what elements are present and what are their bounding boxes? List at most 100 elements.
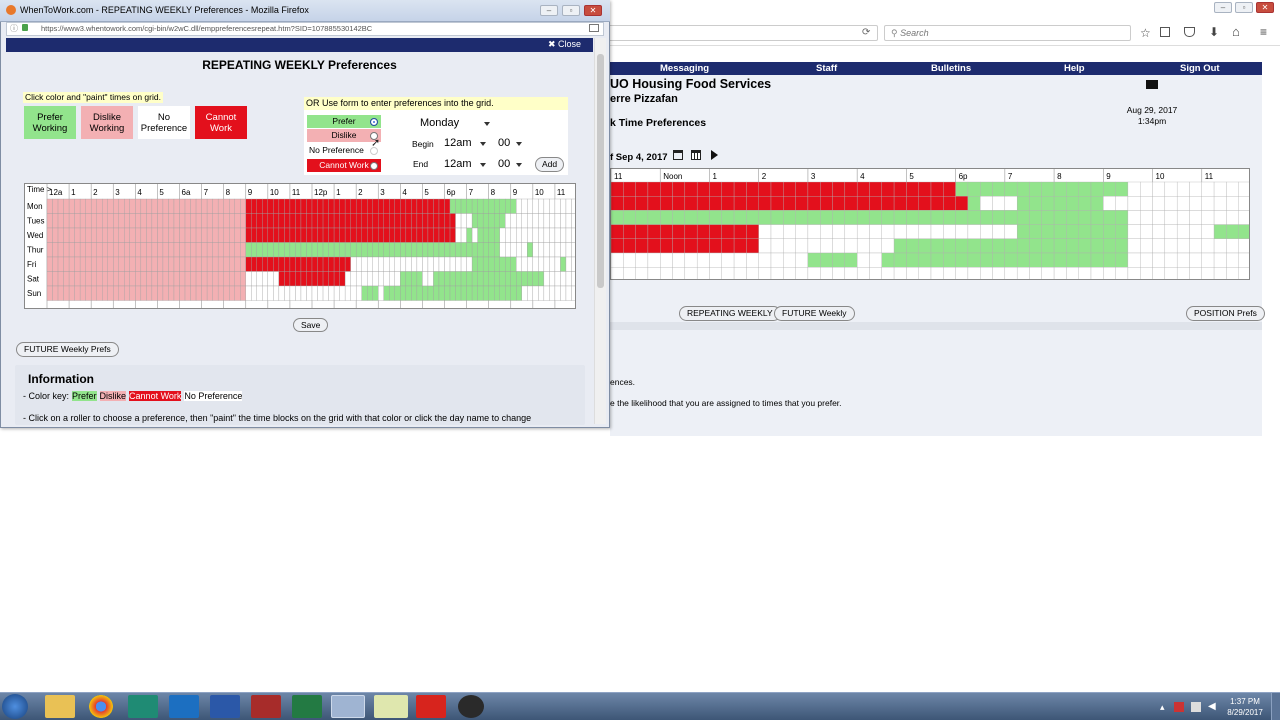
time-cell[interactable]	[565, 198, 572, 214]
publisher-icon[interactable]	[128, 695, 158, 718]
time-cell[interactable]	[505, 285, 511, 301]
time-cell[interactable]	[460, 213, 467, 229]
time-cell[interactable]	[162, 198, 169, 214]
time-cell[interactable]	[146, 256, 153, 272]
time-cell[interactable]	[74, 271, 81, 287]
time-cell[interactable]	[212, 198, 219, 214]
main-time-cell[interactable]	[807, 224, 821, 239]
main-time-cell[interactable]	[832, 252, 846, 268]
time-cell[interactable]	[328, 198, 335, 214]
main-time-cell[interactable]	[647, 224, 661, 239]
future-weekly-button[interactable]: FUTURE Weekly	[774, 306, 855, 321]
time-cell[interactable]	[278, 227, 285, 243]
time-cell[interactable]	[560, 285, 567, 301]
time-cell[interactable]	[90, 256, 97, 272]
main-time-cell[interactable]	[881, 181, 895, 197]
main-time-cell[interactable]	[721, 238, 735, 254]
main-time-cell[interactable]	[770, 224, 784, 239]
time-cell[interactable]	[256, 213, 263, 229]
main-time-cell[interactable]	[1004, 210, 1018, 225]
time-cell[interactable]	[63, 271, 70, 287]
time-cell[interactable]	[328, 271, 335, 287]
time-cell[interactable]	[190, 198, 197, 214]
main-time-cell[interactable]	[906, 224, 919, 239]
time-cell[interactable]	[538, 256, 545, 272]
time-cell[interactable]	[195, 285, 202, 301]
time-cell[interactable]	[494, 213, 500, 229]
time-cell[interactable]	[234, 285, 241, 301]
main-time-cell[interactable]	[1140, 238, 1153, 254]
time-cell[interactable]	[289, 256, 296, 272]
main-time-cell[interactable]	[967, 210, 981, 225]
time-cell[interactable]	[477, 256, 484, 272]
main-time-cell[interactable]	[660, 224, 673, 239]
main-time-cell[interactable]	[1140, 224, 1153, 239]
time-cell[interactable]	[278, 256, 285, 272]
time-cell[interactable]	[179, 242, 186, 258]
time-cell[interactable]	[195, 213, 202, 229]
popup-close-icon[interactable]: ✕	[584, 5, 602, 16]
main-time-cell[interactable]	[758, 181, 772, 197]
time-cell[interactable]	[482, 213, 489, 229]
main-time-cell[interactable]	[783, 252, 796, 268]
main-time-cell[interactable]	[906, 181, 919, 197]
time-cell[interactable]	[405, 198, 412, 214]
main-time-cell[interactable]	[1226, 238, 1239, 254]
main-time-cell[interactable]	[611, 210, 624, 225]
time-cell[interactable]	[206, 285, 213, 301]
address-bar[interactable]: ⟳	[610, 25, 878, 41]
popup-maximize-icon[interactable]: ▫	[562, 5, 580, 16]
time-cell[interactable]	[201, 198, 208, 214]
time-cell[interactable]	[151, 198, 158, 214]
time-cell[interactable]	[499, 213, 506, 229]
time-cell[interactable]	[394, 285, 401, 301]
time-cell[interactable]	[466, 285, 473, 301]
time-cell[interactable]	[444, 256, 451, 272]
main-time-cell[interactable]	[1103, 252, 1116, 268]
time-cell[interactable]	[223, 198, 230, 214]
time-cell[interactable]	[107, 242, 114, 258]
time-cell[interactable]	[151, 271, 158, 287]
time-cell[interactable]	[571, 198, 576, 214]
main-time-cell[interactable]	[1238, 238, 1250, 254]
time-cell[interactable]	[57, 256, 64, 272]
info-icon[interactable]: ⓘ	[10, 23, 18, 34]
time-cell[interactable]	[212, 256, 219, 272]
main-time-cell[interactable]	[1066, 252, 1079, 268]
main-time-cell[interactable]	[795, 267, 809, 280]
time-cell[interactable]	[510, 242, 517, 258]
day-label[interactable]: Tues	[27, 217, 45, 226]
time-cell[interactable]	[350, 256, 357, 272]
time-cell[interactable]	[505, 227, 511, 243]
time-cell[interactable]	[234, 213, 241, 229]
main-time-cell[interactable]	[1140, 181, 1153, 197]
time-cell[interactable]	[124, 256, 130, 272]
main-time-cell[interactable]	[807, 196, 821, 211]
time-cell[interactable]	[400, 256, 407, 272]
time-cell[interactable]	[394, 256, 401, 272]
time-cell[interactable]	[466, 271, 473, 287]
time-cell[interactable]	[168, 256, 175, 272]
time-cell[interactable]	[146, 213, 153, 229]
time-cell[interactable]	[173, 242, 180, 258]
time-cell[interactable]	[206, 198, 213, 214]
main-time-cell[interactable]	[869, 224, 882, 239]
time-cell[interactable]	[251, 227, 257, 243]
main-time-cell[interactable]	[672, 238, 686, 254]
time-cell[interactable]	[433, 227, 440, 243]
main-time-cell[interactable]	[1152, 224, 1166, 239]
time-cell[interactable]	[151, 213, 158, 229]
time-cell[interactable]	[267, 271, 274, 287]
time-cell[interactable]	[416, 213, 423, 229]
time-cell[interactable]	[267, 198, 274, 214]
time-cell[interactable]	[273, 198, 280, 214]
time-cell[interactable]	[460, 256, 467, 272]
time-cell[interactable]	[433, 271, 440, 287]
main-time-cell[interactable]	[832, 181, 846, 197]
main-time-cell[interactable]	[980, 224, 993, 239]
main-time-cell[interactable]	[1053, 210, 1067, 225]
month-calendar-icon[interactable]	[691, 150, 701, 160]
main-time-cell[interactable]	[881, 252, 895, 268]
time-cell[interactable]	[118, 285, 125, 301]
time-cell[interactable]	[245, 271, 252, 287]
